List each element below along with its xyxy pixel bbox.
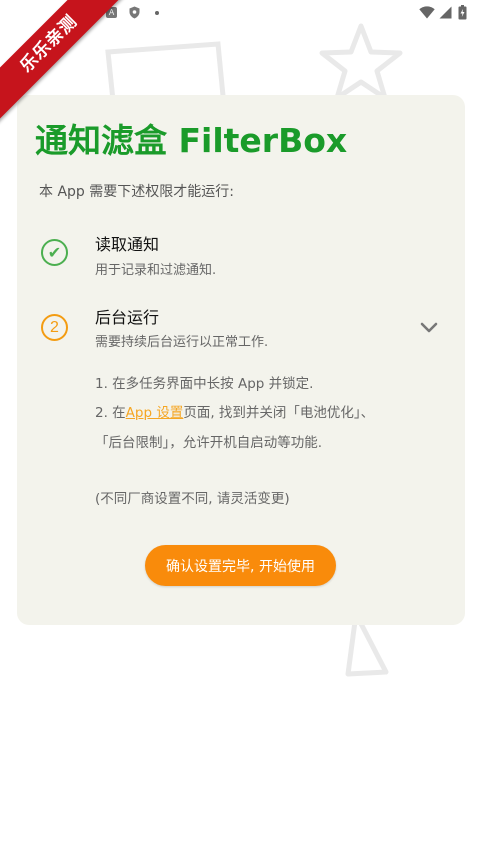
battery-icon xyxy=(458,5,467,20)
permission-desc-read-notifications: 用于记录和过滤通知. xyxy=(95,263,217,278)
step-number-icon: 2 xyxy=(41,314,68,341)
app-settings-link[interactable]: App 设置 xyxy=(126,405,184,421)
instruction-step-2-prefix: 2. 在 xyxy=(95,405,126,421)
permissions-card: 通知滤盒 FilterBox 本 App 需要下述权限才能运行: ✔ 读取通知 … xyxy=(17,95,465,625)
instruction-step-1: 1. 在多任务界面中长按 App 并锁定. xyxy=(95,376,314,392)
wifi-icon xyxy=(419,6,435,19)
check-icon: ✔ xyxy=(41,239,68,266)
chevron-down-icon[interactable] xyxy=(419,321,439,335)
instruction-step-2-continued: 「后台限制」，允许开机自启动等功能. xyxy=(95,435,323,451)
permission-title-read-notifications: 读取通知 xyxy=(95,235,160,254)
permissions-intro: 本 App 需要下述权限才能运行: xyxy=(39,184,234,200)
permission-desc-background-run: 需要持续后台运行以正常工作. xyxy=(95,335,269,350)
app-title: 通知滤盒 FilterBox xyxy=(35,121,348,160)
instruction-step-2-suffix: 页面, 找到并关闭「电池优化」、 xyxy=(183,405,375,421)
vendor-note: (不同厂商设置不同, 请灵活变更) xyxy=(95,491,290,507)
signal-icon xyxy=(439,6,452,19)
confirm-start-button[interactable]: 确认设置完毕, 开始使用 xyxy=(145,545,336,586)
shield-notification-icon xyxy=(129,6,140,22)
instruction-step-2: 2. 在App 设置页面, 找到并关闭「电池优化」、 xyxy=(95,401,374,421)
decorative-star-shape xyxy=(319,23,403,100)
dot-notification-icon xyxy=(155,11,159,15)
permission-title-background-run[interactable]: 后台运行 xyxy=(95,304,159,328)
